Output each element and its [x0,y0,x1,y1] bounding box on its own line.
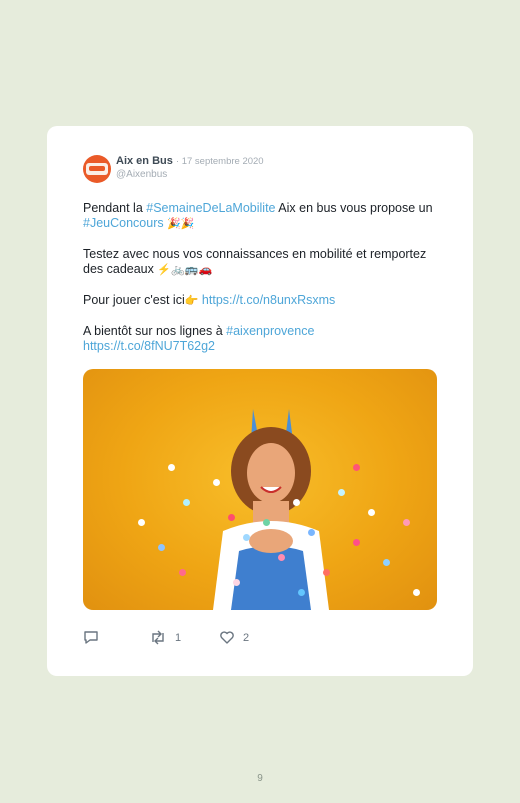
url-link[interactable]: https://t.co/n8unxRsxms [202,293,335,307]
text-segment: Testez avec nous vos connaissances en mo… [83,247,427,276]
tweet-card: Aix en Bus · 17 septembre 2020 @Aixenbus… [47,126,473,676]
aix-en-bus-logo [86,163,108,175]
retweet-icon [152,630,164,645]
hashtag-link[interactable]: #SemaineDeLaMobilite [146,201,275,215]
retweet-button[interactable]: 1 [149,630,181,645]
reply-button[interactable] [83,630,99,645]
author-name[interactable]: Aix en Bus [116,155,173,167]
party-popper-emoji: 🎉🎉 [167,218,195,230]
like-count: 2 [243,631,250,644]
tweet-date[interactable]: · 17 septembre 2020 [176,156,264,167]
transport-emojis: ⚡🚲🚌🚗 [157,264,213,276]
woman-blowing-confetti-image [213,409,329,610]
like-button[interactable]: 2 [219,630,249,645]
tweet-text: Pendant la #SemaineDeLaMobilite Aix en b… [83,201,443,369]
tweet-photo[interactable] [83,369,437,610]
heart-icon [220,631,234,644]
pointing-hand-emoji: 👉 [184,295,199,307]
tweet-actions: 1 2 [83,630,383,648]
author-row: Aix en Bus · 17 septembre 2020 [116,155,264,167]
text-segment: Pour jouer c'est ici [83,293,185,307]
text-segment: Pendant la [83,201,147,215]
page-number: 9 [257,773,263,784]
text-segment: Aix en bus vous propose un [275,201,433,215]
hashtag-link[interactable]: #aixenprovence [226,324,314,338]
url-link[interactable]: https://t.co/8fNU7T62g2 [83,339,215,353]
reply-icon [84,631,98,644]
text-segment: A bientôt sur nos lignes à [83,324,227,338]
avatar[interactable] [83,155,111,183]
author-handle[interactable]: @Aixenbus [116,169,167,180]
hashtag-link[interactable]: #JeuConcours [83,216,164,230]
retweet-count: 1 [175,631,182,644]
